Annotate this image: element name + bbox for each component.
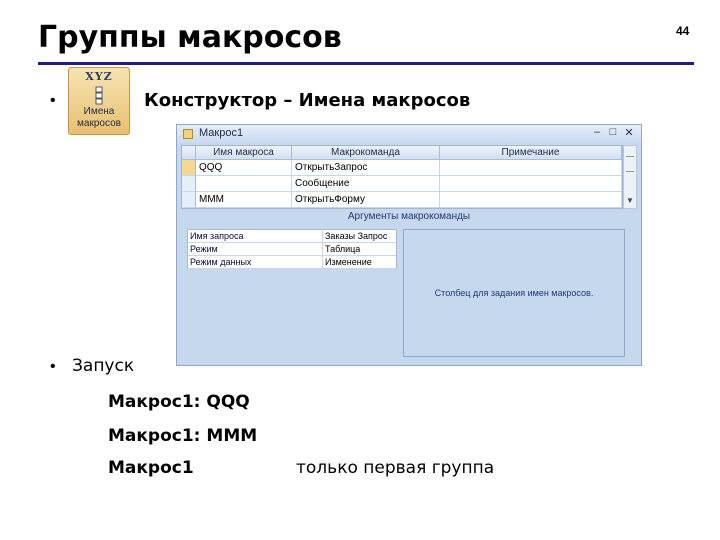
- column-header-action[interactable]: Макрокоманда: [292, 146, 440, 160]
- comment-cell[interactable]: [440, 176, 622, 192]
- slide-number: 44: [676, 24, 690, 38]
- close-button[interactable]: ✕: [623, 126, 635, 139]
- action-arguments-table: Имя запроса Заказы Запрос Режим Таблица …: [187, 229, 397, 269]
- window-titlebar[interactable]: Макрос1 – □ ✕: [177, 125, 641, 143]
- argument-row[interactable]: Имя запроса Заказы Запрос: [188, 230, 396, 243]
- ribbon-label-line1: Имена: [83, 106, 115, 117]
- run-note: только первая группа: [296, 458, 495, 478]
- scroll-thumb[interactable]: [626, 156, 634, 172]
- help-panel: Столбец для задания имен макросов.: [403, 229, 625, 357]
- bullet-marker: •: [50, 92, 56, 109]
- argument-row[interactable]: Режим данных Изменение: [188, 256, 396, 269]
- maximize-button[interactable]: □: [607, 126, 619, 138]
- comment-cell[interactable]: [440, 192, 622, 208]
- macro-names-ribbon-button[interactable]: XYZ Имена макросов: [68, 67, 130, 135]
- column-header-comment[interactable]: Примечание: [440, 146, 622, 160]
- comment-cell[interactable]: [440, 160, 622, 176]
- macro-icon: [183, 129, 193, 139]
- scroll-down-arrow-icon[interactable]: ▼: [626, 196, 634, 205]
- macro-name-cell[interactable]: [196, 176, 292, 192]
- bullet-marker: •: [50, 358, 56, 375]
- argument-value[interactable]: Заказы Запрос: [322, 230, 396, 243]
- ribbon-button-label: Имена макросов: [69, 106, 129, 130]
- constructor-heading: Конструктор – Имена макросов: [144, 90, 471, 111]
- help-text: Столбец для задания имен макросов.: [434, 288, 594, 298]
- ribbon-label-line2: макросов: [77, 118, 121, 129]
- argument-name: Режим: [190, 244, 218, 254]
- action-cell[interactable]: ОткрытьЗапрос: [292, 160, 440, 176]
- xyz-icon: XYZ: [85, 70, 113, 83]
- title-divider: [38, 62, 694, 65]
- argument-name: Имя запроса: [190, 231, 244, 241]
- action-cell[interactable]: Сообщение: [292, 176, 440, 192]
- argument-name: Режим данных: [190, 257, 252, 267]
- argument-value[interactable]: Таблица: [322, 243, 396, 256]
- run-example: Макрос1: QQQ: [108, 392, 250, 412]
- macro-name-cell[interactable]: QQQ: [196, 160, 292, 176]
- argument-value[interactable]: Изменение: [322, 256, 396, 269]
- action-arguments-title: Аргументы макрокоманды: [347, 211, 471, 222]
- grid-scrollbar[interactable]: ▼: [623, 145, 637, 209]
- minimize-button[interactable]: –: [591, 126, 603, 138]
- slide-title: Группы макросов: [38, 20, 342, 55]
- column-icon: [95, 86, 103, 105]
- select-all-corner[interactable]: [182, 146, 196, 160]
- run-example: Макрос1: [108, 458, 194, 478]
- window-title: Макрос1: [199, 127, 244, 139]
- column-header-macro-name[interactable]: Имя макроса: [196, 146, 292, 160]
- macro-name-cell[interactable]: MMM: [196, 192, 292, 208]
- run-example: Макрос1: MMM: [108, 426, 258, 446]
- action-cell[interactable]: ОткрытьФорму: [292, 192, 440, 208]
- macro-window: Макрос1 – □ ✕ Имя макроса Макрокоманда П…: [176, 124, 642, 366]
- row-selector[interactable]: [182, 160, 196, 176]
- macro-grid: Имя макроса Макрокоманда Примечание QQQ …: [181, 145, 623, 209]
- run-heading: Запуск: [72, 356, 135, 376]
- argument-row[interactable]: Режим Таблица: [188, 243, 396, 256]
- row-selector[interactable]: [182, 176, 196, 192]
- row-selector[interactable]: [182, 192, 196, 208]
